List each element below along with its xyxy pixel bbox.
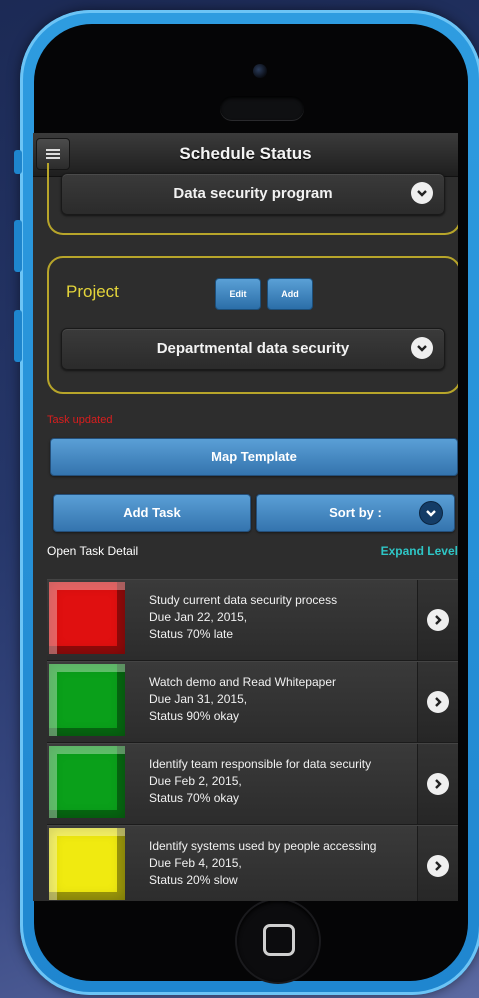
- volume-down-button: [14, 310, 22, 362]
- task-title: Identify team responsible for data secur…: [149, 757, 372, 771]
- volume-up-button: [14, 220, 22, 272]
- task-row[interactable]: Identify systems used by people accessin…: [47, 825, 458, 901]
- task-status: Status 70% late: [149, 627, 234, 641]
- chevron-right-icon: [427, 773, 449, 795]
- task-row[interactable]: Identify team responsible for data secur…: [47, 743, 458, 825]
- program-select-value: Data security program: [173, 185, 333, 202]
- status-message: Task updated: [47, 414, 113, 426]
- task-status-indicator: [49, 828, 125, 900]
- project-select[interactable]: Departmental data security: [61, 328, 445, 370]
- task-open-button[interactable]: [417, 744, 458, 824]
- home-button[interactable]: [237, 900, 319, 982]
- task-title: Study current data security process: [149, 593, 338, 607]
- page-title: Schedule Status: [179, 144, 312, 163]
- task-title: Identify systems used by people accessin…: [149, 839, 377, 853]
- chevron-down-icon: [419, 501, 443, 525]
- earpiece-speaker: [220, 96, 304, 120]
- chevron-down-icon: [411, 182, 433, 204]
- task-status-indicator: [49, 664, 125, 736]
- task-due: Due Jan 22, 2015,: [149, 610, 248, 624]
- task-status: Status 70% okay: [149, 791, 240, 805]
- task-status-indicator: [49, 582, 125, 654]
- map-template-button[interactable]: Map Template: [50, 438, 458, 476]
- app-screen: Schedule Status Data security program Pr…: [33, 133, 458, 901]
- task-text: Study current data security process Due J…: [149, 592, 419, 643]
- task-text: Identify team responsible for data secur…: [149, 756, 419, 807]
- task-title: Watch demo and Read Whitepaper: [149, 675, 336, 689]
- chevron-down-icon: [411, 337, 433, 359]
- open-task-detail-label: Open Task Detail: [47, 544, 139, 558]
- program-group: Data security program: [47, 163, 458, 235]
- sort-by-label: Sort by :: [329, 505, 382, 520]
- mute-switch: [14, 150, 22, 174]
- front-camera: [253, 64, 267, 78]
- project-select-value: Departmental data security: [156, 340, 350, 357]
- project-group: Project Edit Add Departmental data secur…: [47, 256, 458, 394]
- chevron-right-icon: [427, 855, 449, 877]
- task-text: Watch demo and Read Whitepaper Due Jan 31…: [149, 674, 419, 725]
- project-label: Project: [66, 282, 119, 301]
- task-status-indicator: [49, 746, 125, 818]
- task-open-button[interactable]: [417, 662, 458, 742]
- task-row[interactable]: Watch demo and Read Whitepaper Due Jan 31…: [47, 661, 458, 743]
- add-project-button[interactable]: Add: [267, 278, 313, 310]
- task-due: Due Feb 2, 2015,: [149, 774, 242, 788]
- task-row[interactable]: Study current data security process Due J…: [47, 579, 458, 661]
- program-select[interactable]: Data security program: [61, 173, 445, 215]
- chevron-right-icon: [427, 609, 449, 631]
- task-due: Due Jan 31, 2015,: [149, 692, 248, 706]
- chevron-right-icon: [427, 691, 449, 713]
- edit-project-button[interactable]: Edit: [215, 278, 261, 310]
- add-task-button[interactable]: Add Task: [53, 494, 251, 532]
- task-open-button[interactable]: [417, 580, 458, 660]
- task-status: Status 20% slow: [149, 873, 238, 887]
- task-status: Status 90% okay: [149, 709, 240, 723]
- task-due: Due Feb 4, 2015,: [149, 856, 242, 870]
- task-open-button[interactable]: [417, 826, 458, 901]
- expand-level-link[interactable]: Expand Level: [381, 544, 458, 558]
- task-text: Identify systems used by people accessin…: [149, 838, 419, 889]
